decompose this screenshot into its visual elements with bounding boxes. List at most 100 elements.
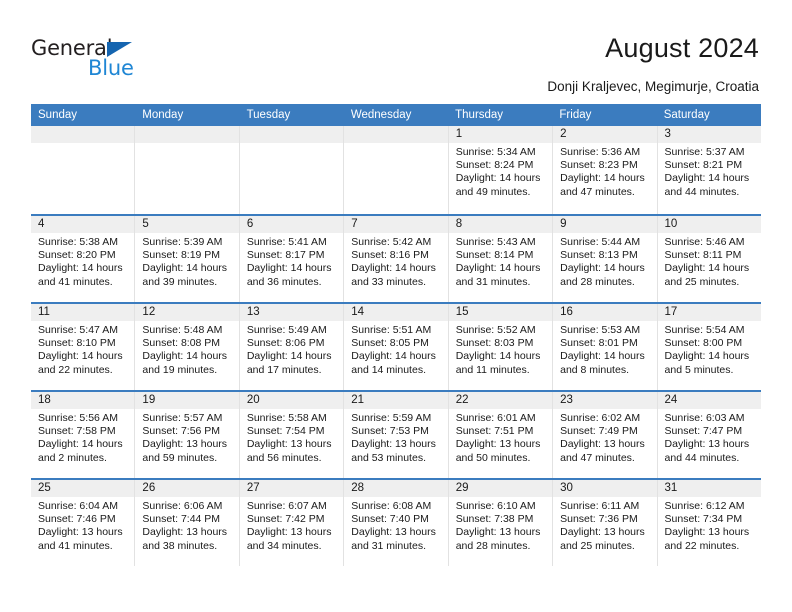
sunrise-text: Sunrise: 5:41 AM [246, 236, 327, 248]
calendar-day-cell[interactable]: 16 Sunrise: 5:53 AM Sunset: 8:01 PM Dayligh… [553, 304, 658, 390]
day-sun-info: Sunrise: 5:54 AM Sunset: 8:00 PM Daylight:… [658, 321, 761, 377]
daylight-text-line2: and 41 minutes. [38, 275, 113, 288]
calendar-day-cell[interactable]: 4 Sunrise: 5:38 AM Sunset: 8:20 PM Daylight… [31, 216, 136, 302]
day-number: 2 [553, 126, 657, 143]
day-number: 8 [448, 216, 553, 233]
day-number: 15 [448, 304, 553, 321]
day-sun-info: Sunrise: 5:57 AM Sunset: 7:56 PM Daylight:… [135, 409, 238, 465]
weekday-header-monday: Monday [142, 109, 184, 121]
day-number: 9 [553, 216, 657, 233]
calendar-day-cell[interactable]: 7 Sunrise: 5:42 AM Sunset: 8:16 PM Daylight… [344, 216, 449, 302]
day-sun-info: Sunrise: 5:46 AM Sunset: 8:11 PM Daylight:… [658, 233, 761, 289]
calendar-day-cell-empty [135, 126, 240, 214]
sunrise-text: Sunrise: 5:48 AM [142, 324, 223, 336]
daylight-text-line1: Daylight: 13 hours [246, 526, 332, 539]
day-number: 13 [239, 304, 344, 321]
day-number: 12 [135, 304, 239, 321]
day-sun-info: Sunrise: 5:48 AM Sunset: 8:08 PM Daylight:… [135, 321, 238, 377]
day-sun-info: Sunrise: 6:12 AM Sunset: 7:34 PM Daylight:… [658, 497, 761, 553]
day-number: 10 [657, 216, 761, 233]
calendar-day-cell[interactable]: 17 Sunrise: 5:54 AM Sunset: 8:00 PM Dayligh… [657, 304, 761, 390]
day-sun-info: Sunrise: 5:52 AM Sunset: 8:03 PM Daylight:… [449, 321, 552, 377]
day-sun-info: Sunrise: 5:41 AM Sunset: 8:17 PM Daylight:… [240, 233, 343, 289]
day-number: 16 [553, 304, 657, 321]
calendar-day-cell[interactable]: 3 Sunrise: 5:37 AM Sunset: 8:21 PM Daylight… [657, 126, 761, 214]
calendar-day-cell[interactable]: 23 Sunrise: 6:02 AM Sunset: 7:49 PM Dayligh… [553, 392, 658, 478]
calendar-day-cell[interactable]: 18 Sunrise: 5:56 AM Sunset: 7:58 PM Dayligh… [31, 392, 136, 478]
sunrise-text: Sunrise: 6:02 AM [560, 412, 641, 424]
daylight-text-line2: and 11 minutes. [455, 363, 530, 376]
calendar-day-cell[interactable]: 9 Sunrise: 5:44 AM Sunset: 8:13 PM Daylight… [553, 216, 658, 302]
daylight-text-line2: and 8 minutes. [560, 363, 629, 376]
calendar-day-cell[interactable]: 21 Sunrise: 5:59 AM Sunset: 7:53 PM Dayligh… [344, 392, 449, 478]
sunrise-text: Sunrise: 5:34 AM [455, 146, 536, 158]
sunset-text: Sunset: 8:13 PM [560, 249, 638, 262]
weekday-header-saturday: Saturday [663, 109, 710, 121]
sunset-text: Sunset: 8:05 PM [351, 337, 429, 350]
daylight-text-line2: and 17 minutes. [246, 363, 322, 376]
day-number [344, 126, 448, 143]
calendar-day-cell-empty [31, 126, 136, 214]
sunset-text: Sunset: 7:46 PM [38, 513, 116, 526]
sunset-text: Sunset: 7:58 PM [38, 425, 116, 438]
calendar-day-cell[interactable]: 5 Sunrise: 5:39 AM Sunset: 8:19 PM Daylight… [135, 216, 240, 302]
calendar-day-cell[interactable]: 28 Sunrise: 6:08 AM Sunset: 7:40 PM Dayligh… [344, 480, 449, 566]
daylight-text-line1: Daylight: 14 hours [246, 262, 332, 275]
daylight-text-line2: and 25 minutes. [664, 275, 740, 288]
calendar-day-cell[interactable]: 14 Sunrise: 5:51 AM Sunset: 8:05 PM Dayligh… [344, 304, 449, 390]
day-sun-info: Sunrise: 6:08 AM Sunset: 7:40 PM Daylight:… [344, 497, 447, 553]
calendar-day-cell[interactable]: 20 Sunrise: 5:58 AM Sunset: 7:54 PM Dayligh… [239, 392, 345, 478]
weekday-header-row: Sunday Monday Tuesday Wednesday Thursday Frid… [31, 104, 761, 126]
daylight-text-line1: Daylight: 13 hours [455, 526, 541, 539]
day-sun-info: Sunrise: 5:56 AM Sunset: 7:58 PM Daylight:… [31, 409, 134, 465]
sunrise-text: Sunrise: 5:43 AM [455, 236, 536, 248]
day-sun-info: Sunrise: 6:04 AM Sunset: 7:46 PM Daylight:… [31, 497, 134, 553]
page-header: General Blue August 2024 Donji Kraljevec… [0, 0, 792, 104]
sunrise-text: Sunrise: 5:59 AM [351, 412, 432, 424]
sunset-text: Sunset: 7:56 PM [142, 425, 221, 438]
sunset-text: Sunset: 7:42 PM [246, 513, 325, 526]
calendar-day-cell[interactable]: 6 Sunrise: 5:41 AM Sunset: 8:17 PM Daylight… [239, 216, 345, 302]
day-number: 20 [239, 392, 344, 409]
calendar-day-cell[interactable]: 27 Sunrise: 6:07 AM Sunset: 7:42 PM Dayligh… [239, 480, 345, 566]
calendar-day-cell[interactable]: 30 Sunrise: 6:11 AM Sunset: 7:36 PM Dayligh… [553, 480, 658, 566]
calendar-day-cell[interactable]: 15 Sunrise: 5:52 AM Sunset: 8:03 PM Dayligh… [448, 304, 554, 390]
calendar-day-cell[interactable]: 24 Sunrise: 6:03 AM Sunset: 7:47 PM Dayligh… [657, 392, 761, 478]
calendar-day-cell[interactable]: 26 Sunrise: 6:06 AM Sunset: 7:44 PM Dayligh… [135, 480, 240, 566]
calendar-week-row: 4 Sunrise: 5:38 AM Sunset: 8:20 PM Daylight… [31, 214, 761, 302]
daylight-text-line2: and 59 minutes. [142, 451, 218, 464]
day-number: 26 [135, 480, 239, 497]
sunset-text: Sunset: 7:54 PM [246, 425, 325, 438]
daylight-text-line1: Daylight: 13 hours [246, 438, 332, 451]
logo-text-blue: Blue [88, 56, 134, 80]
calendar-week-row: 1 Sunrise: 5:34 AM Sunset: 8:24 PM Daylight… [31, 126, 761, 214]
day-number: 30 [553, 480, 657, 497]
day-number: 29 [448, 480, 553, 497]
day-number: 11 [31, 304, 135, 321]
day-sun-info: Sunrise: 6:07 AM Sunset: 7:42 PM Daylight:… [240, 497, 343, 553]
calendar-day-cell[interactable]: 29 Sunrise: 6:10 AM Sunset: 7:38 PM Dayligh… [448, 480, 554, 566]
calendar-page: General Blue August 2024 Donji Kraljevec… [0, 0, 792, 612]
calendar-day-cell[interactable]: 8 Sunrise: 5:43 AM Sunset: 8:14 PM Daylight… [448, 216, 554, 302]
calendar-day-cell[interactable]: 22 Sunrise: 6:01 AM Sunset: 7:51 PM Dayligh… [448, 392, 554, 478]
weekday-header-friday: Friday [559, 109, 592, 121]
day-number: 4 [31, 216, 135, 233]
calendar-day-cell[interactable]: 10 Sunrise: 5:46 AM Sunset: 8:11 PM Dayligh… [657, 216, 761, 302]
calendar-day-cell[interactable]: 31 Sunrise: 6:12 AM Sunset: 7:34 PM Dayligh… [657, 480, 761, 566]
daylight-text-line2: and 31 minutes. [455, 275, 531, 288]
daylight-text-line2: and 47 minutes. [560, 185, 635, 198]
calendar-day-cell[interactable]: 1 Sunrise: 5:34 AM Sunset: 8:24 PM Daylight… [448, 126, 554, 214]
calendar-day-cell[interactable]: 19 Sunrise: 5:57 AM Sunset: 7:56 PM Dayligh… [135, 392, 240, 478]
calendar-day-cell[interactable]: 12 Sunrise: 5:48 AM Sunset: 8:08 PM Dayligh… [135, 304, 240, 390]
daylight-text-line1: Daylight: 13 hours [351, 438, 436, 451]
general-blue-logo[interactable]: General Blue [31, 36, 231, 88]
page-title: August 2024 [605, 33, 759, 63]
calendar-day-cell[interactable]: 11 Sunrise: 5:47 AM Sunset: 8:10 PM Dayligh… [31, 304, 136, 390]
calendar-day-cell[interactable]: 25 Sunrise: 6:04 AM Sunset: 7:46 PM Dayligh… [31, 480, 136, 566]
day-sun-info: Sunrise: 6:01 AM Sunset: 7:51 PM Daylight:… [449, 409, 552, 465]
daylight-text-line2: and 38 minutes. [142, 539, 218, 552]
sunset-text: Sunset: 8:08 PM [142, 337, 221, 350]
daylight-text-line1: Daylight: 14 hours [664, 262, 750, 275]
calendar-day-cell[interactable]: 13 Sunrise: 5:49 AM Sunset: 8:06 PM Dayligh… [239, 304, 345, 390]
calendar-day-cell[interactable]: 2 Sunrise: 5:36 AM Sunset: 8:23 PM Daylight… [553, 126, 658, 214]
